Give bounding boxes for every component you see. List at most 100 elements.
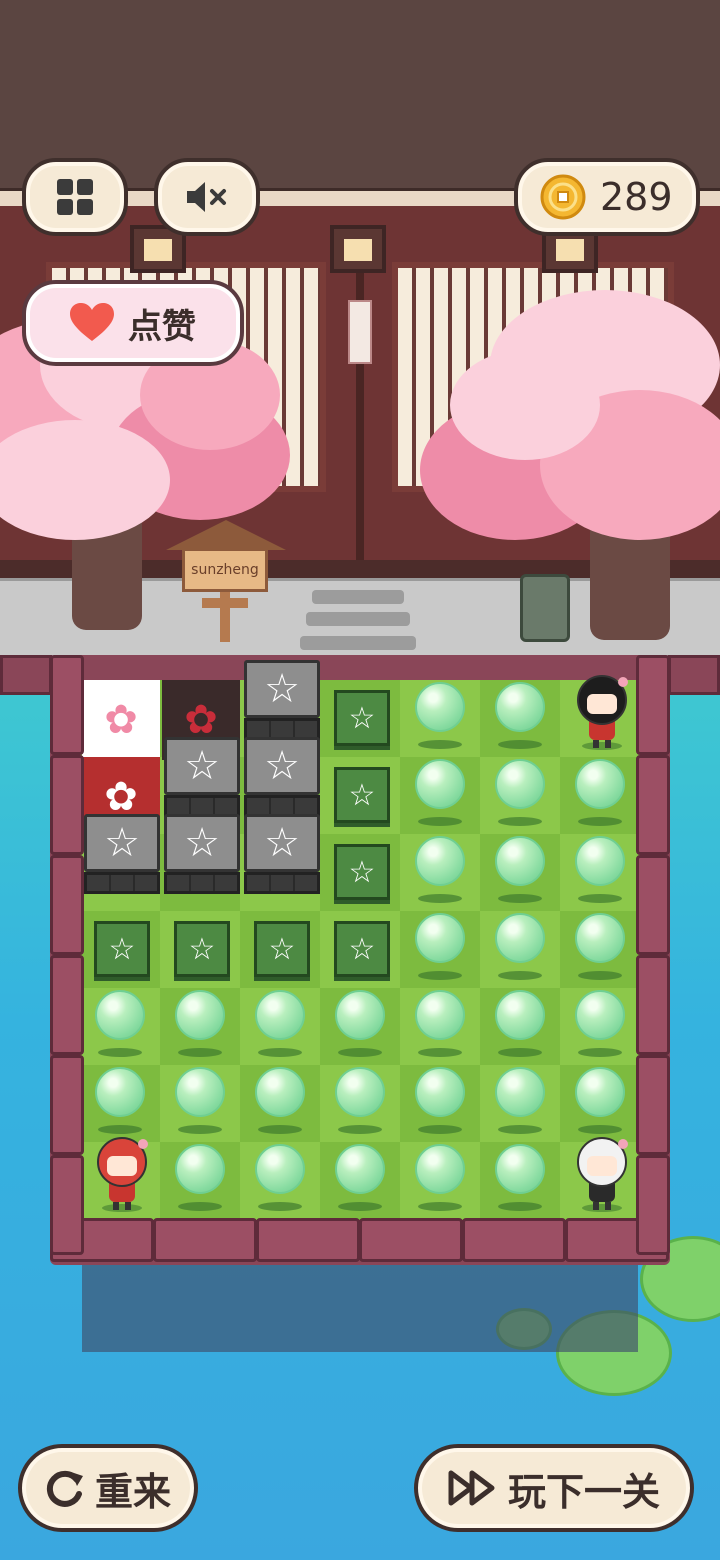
water-bubble[interactable] [335, 1067, 385, 1117]
restart-button[interactable]: 重来 [18, 1444, 198, 1532]
lantern-center [330, 225, 386, 273]
bubble-shadow [578, 894, 622, 903]
water-bubble[interactable] [495, 836, 545, 886]
water-bubble[interactable] [415, 759, 465, 809]
menu-button[interactable] [22, 158, 128, 236]
bubble-shadow [498, 894, 542, 903]
bubble-shadow [338, 1048, 382, 1057]
stone-block[interactable]: ☆ [84, 814, 160, 894]
water-bubble[interactable] [95, 1067, 145, 1117]
green-star-box[interactable]: ☆ [334, 844, 390, 900]
bank-rail-right [668, 655, 720, 695]
green-star-box[interactable]: ☆ [254, 921, 310, 977]
green-star-box[interactable]: ☆ [334, 690, 390, 746]
water-bubble[interactable] [495, 1144, 545, 1194]
water-bubble[interactable] [415, 1067, 465, 1117]
water-bubble[interactable] [415, 990, 465, 1040]
water-bubble[interactable] [175, 1067, 225, 1117]
board-rail [636, 655, 670, 755]
stepping-stone [300, 636, 416, 650]
water-bubble[interactable] [575, 836, 625, 886]
green-star-box[interactable]: ☆ [94, 921, 150, 977]
bubble-shadow [498, 1125, 542, 1134]
green-star-box[interactable]: ☆ [334, 767, 390, 823]
character-sprite [577, 675, 628, 750]
stepping-stone [312, 590, 404, 604]
water-bubble[interactable] [255, 990, 305, 1040]
restart-icon [46, 1470, 83, 1507]
water-bubble[interactable] [335, 990, 385, 1040]
cherry-tree-right [420, 290, 720, 650]
board-rail [636, 755, 670, 855]
brick-base [244, 872, 320, 894]
board-rail [636, 1055, 670, 1155]
heart-icon [70, 303, 114, 341]
water-bubble[interactable] [415, 913, 465, 963]
stone-block[interactable]: ☆ [244, 737, 320, 817]
next-level-button[interactable]: 玩下一关 [414, 1444, 694, 1532]
star-mark: ☆ [244, 737, 320, 795]
white-hair-girl[interactable] [567, 1134, 637, 1212]
water-bubble[interactable] [495, 990, 545, 1040]
water-bubble[interactable] [255, 1144, 305, 1194]
bubble-shadow [498, 740, 542, 749]
bubble-shadow [418, 740, 462, 749]
bank-rail-left [0, 655, 52, 695]
like-label: 点赞 [128, 306, 196, 347]
water-bubble[interactable] [95, 990, 145, 1040]
black-hair-girl[interactable] [567, 672, 637, 750]
board-foundation [82, 1262, 638, 1352]
bubble-shadow [578, 1048, 622, 1057]
sound-toggle-button[interactable] [154, 158, 260, 236]
bubble-shadow [258, 1125, 302, 1134]
water-bubble[interactable] [575, 759, 625, 809]
water-bubble[interactable] [495, 1067, 545, 1117]
board-rail [50, 1055, 84, 1155]
water-bubble[interactable] [495, 759, 545, 809]
green-star-box[interactable]: ☆ [334, 921, 390, 977]
bubble-shadow [258, 1048, 302, 1057]
board-rail [359, 1218, 463, 1262]
red-hair-girl[interactable] [87, 1134, 157, 1212]
bubble-shadow [578, 817, 622, 826]
board-rail [256, 1218, 360, 1262]
board-rail [50, 755, 84, 855]
stone-block[interactable]: ☆ [164, 814, 240, 894]
brick-base [84, 872, 160, 894]
star-mark: ☆ [164, 737, 240, 795]
sign-text: sunzheng [182, 548, 268, 592]
coin-count: 289 [600, 175, 673, 219]
paper-charm [348, 300, 372, 364]
water-bubble[interactable] [415, 682, 465, 732]
board-rail [636, 955, 670, 1055]
water-bubble[interactable] [575, 990, 625, 1040]
board-rail [50, 1155, 84, 1255]
bubble-shadow [418, 1125, 462, 1134]
water-bubble[interactable] [415, 836, 465, 886]
water-bubble[interactable] [575, 913, 625, 963]
fast-forward-icon [448, 1470, 495, 1506]
water-bubble[interactable] [415, 1144, 465, 1194]
stone-block[interactable]: ☆ [164, 737, 240, 817]
white-flower-tile[interactable]: ✿ [82, 680, 160, 760]
stone-block[interactable]: ☆ [244, 660, 320, 740]
star-mark: ☆ [84, 814, 160, 872]
water-bubble[interactable] [175, 1144, 225, 1194]
bubble-shadow [338, 1125, 382, 1134]
bubble-shadow [498, 1048, 542, 1057]
bubble-shadow [178, 1125, 222, 1134]
water-bubble[interactable] [575, 1067, 625, 1117]
water-bubble[interactable] [175, 990, 225, 1040]
water-bubble[interactable] [255, 1067, 305, 1117]
stone-block[interactable]: ☆ [244, 814, 320, 894]
board-rail [636, 1155, 670, 1255]
green-star-box[interactable]: ☆ [174, 921, 230, 977]
bubble-shadow [498, 1202, 542, 1211]
water-bubble[interactable] [495, 682, 545, 732]
bubble-shadow [178, 1048, 222, 1057]
brick-base [164, 872, 240, 894]
star-mark: ☆ [244, 660, 320, 718]
water-bubble[interactable] [495, 913, 545, 963]
like-button[interactable]: 点赞 [22, 280, 244, 366]
water-bubble[interactable] [335, 1144, 385, 1194]
